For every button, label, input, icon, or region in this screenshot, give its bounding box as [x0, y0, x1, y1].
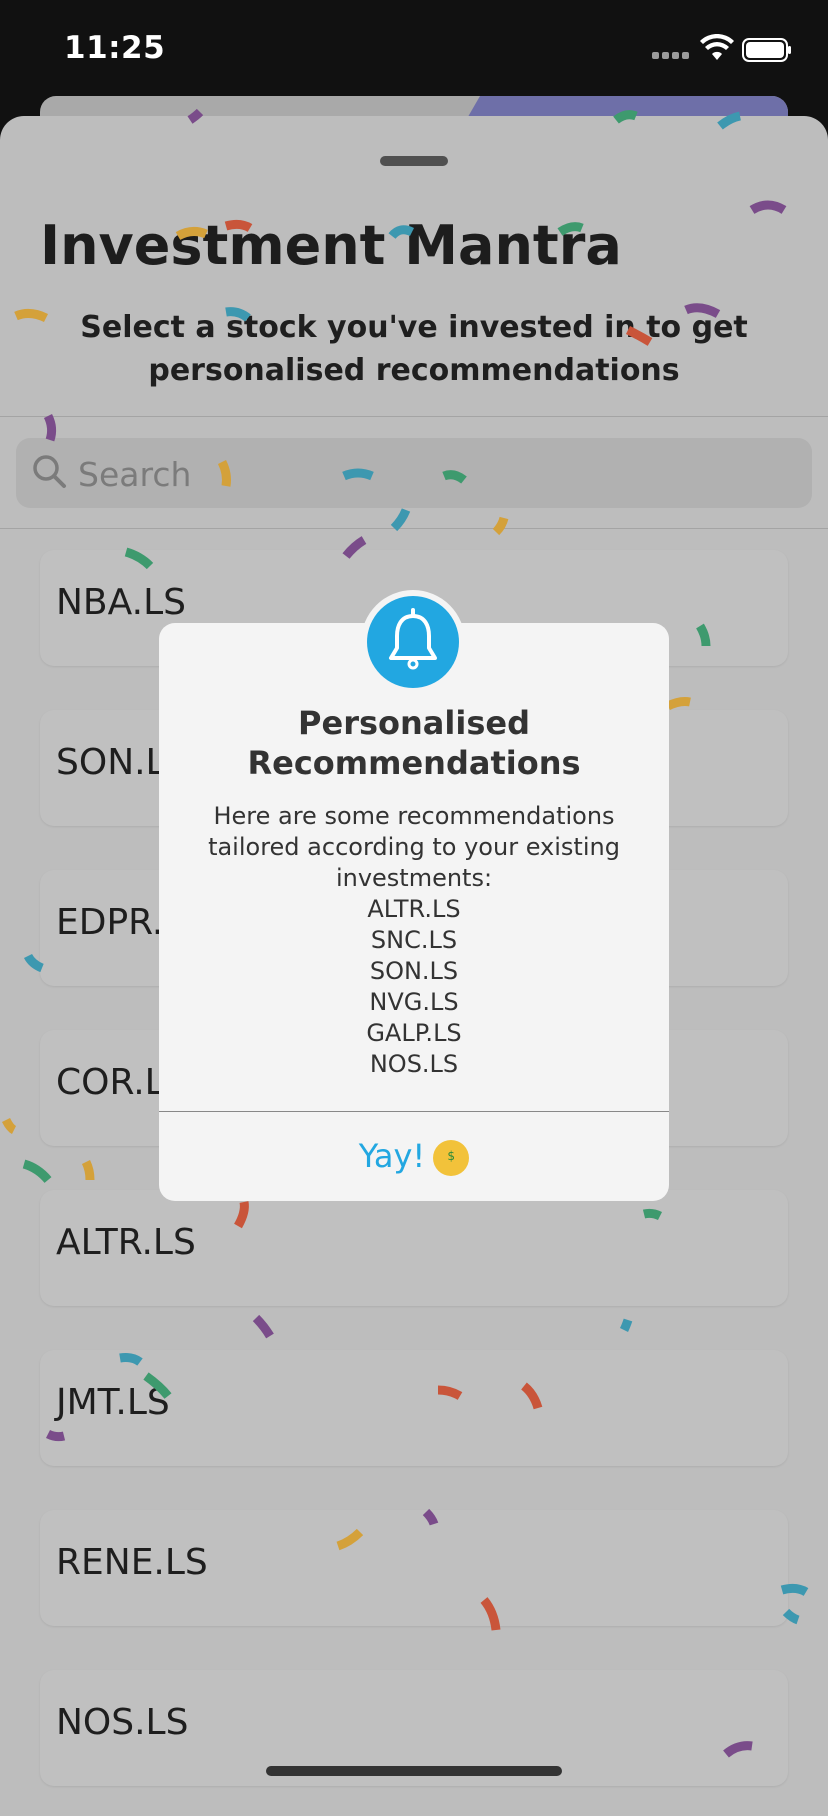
sheet-grabber[interactable]	[380, 156, 448, 166]
page-title: Investment Mantra	[40, 214, 622, 277]
home-indicator	[266, 1766, 562, 1776]
page-subtitle: Select a stock you've invested in to get…	[80, 310, 748, 388]
yay-button[interactable]: Yay!	[159, 1112, 669, 1201]
search-icon	[33, 455, 66, 488]
stock-label: RENE.LS	[56, 1542, 208, 1583]
recommendation-item: ALTR.LS	[367, 895, 461, 923]
money-mouth-face-icon	[433, 1140, 470, 1176]
stock-label: NOS.LS	[56, 1702, 189, 1743]
recommendation-item: NVG.LS	[369, 988, 459, 1016]
battery-icon	[742, 38, 791, 62]
search-bar[interactable]	[16, 438, 812, 510]
stock-row[interactable]: RENE.LS	[40, 1510, 788, 1626]
divider	[0, 416, 828, 417]
search-input[interactable]	[76, 438, 780, 510]
recommendation-item: NOS.LS	[369, 1050, 459, 1078]
status-time: 11:25	[64, 30, 166, 66]
recommendations-dialog: Personalised Recommendations Here are so…	[159, 623, 669, 1201]
recommendation-item: SNC.LS	[370, 926, 458, 954]
recommendation-item: GALP.LS	[366, 1019, 462, 1047]
dialog-message-text: Here are some recommendations tailored a…	[208, 802, 620, 892]
stock-label: ALTR.LS	[56, 1222, 196, 1263]
status-bar: 11:25	[0, 0, 828, 96]
bell-icon	[367, 596, 459, 688]
dialog-icon-badge	[361, 590, 465, 694]
stock-label: NBA.LS	[56, 582, 186, 623]
stock-label: JMT.LS	[56, 1382, 170, 1423]
recommendation-item: SON.LS	[369, 957, 459, 985]
dialog-message: Here are some recommendations tailored a…	[179, 801, 649, 1080]
yay-button-label: Yay!	[358, 1137, 426, 1175]
stock-row[interactable]: ALTR.LS	[40, 1190, 788, 1306]
dialog-title: Personalised Recommendations	[247, 704, 581, 782]
stock-row[interactable]: JMT.LS	[40, 1350, 788, 1466]
divider	[0, 528, 828, 529]
cellular-signal-icon	[652, 52, 690, 60]
wifi-icon	[700, 34, 734, 60]
